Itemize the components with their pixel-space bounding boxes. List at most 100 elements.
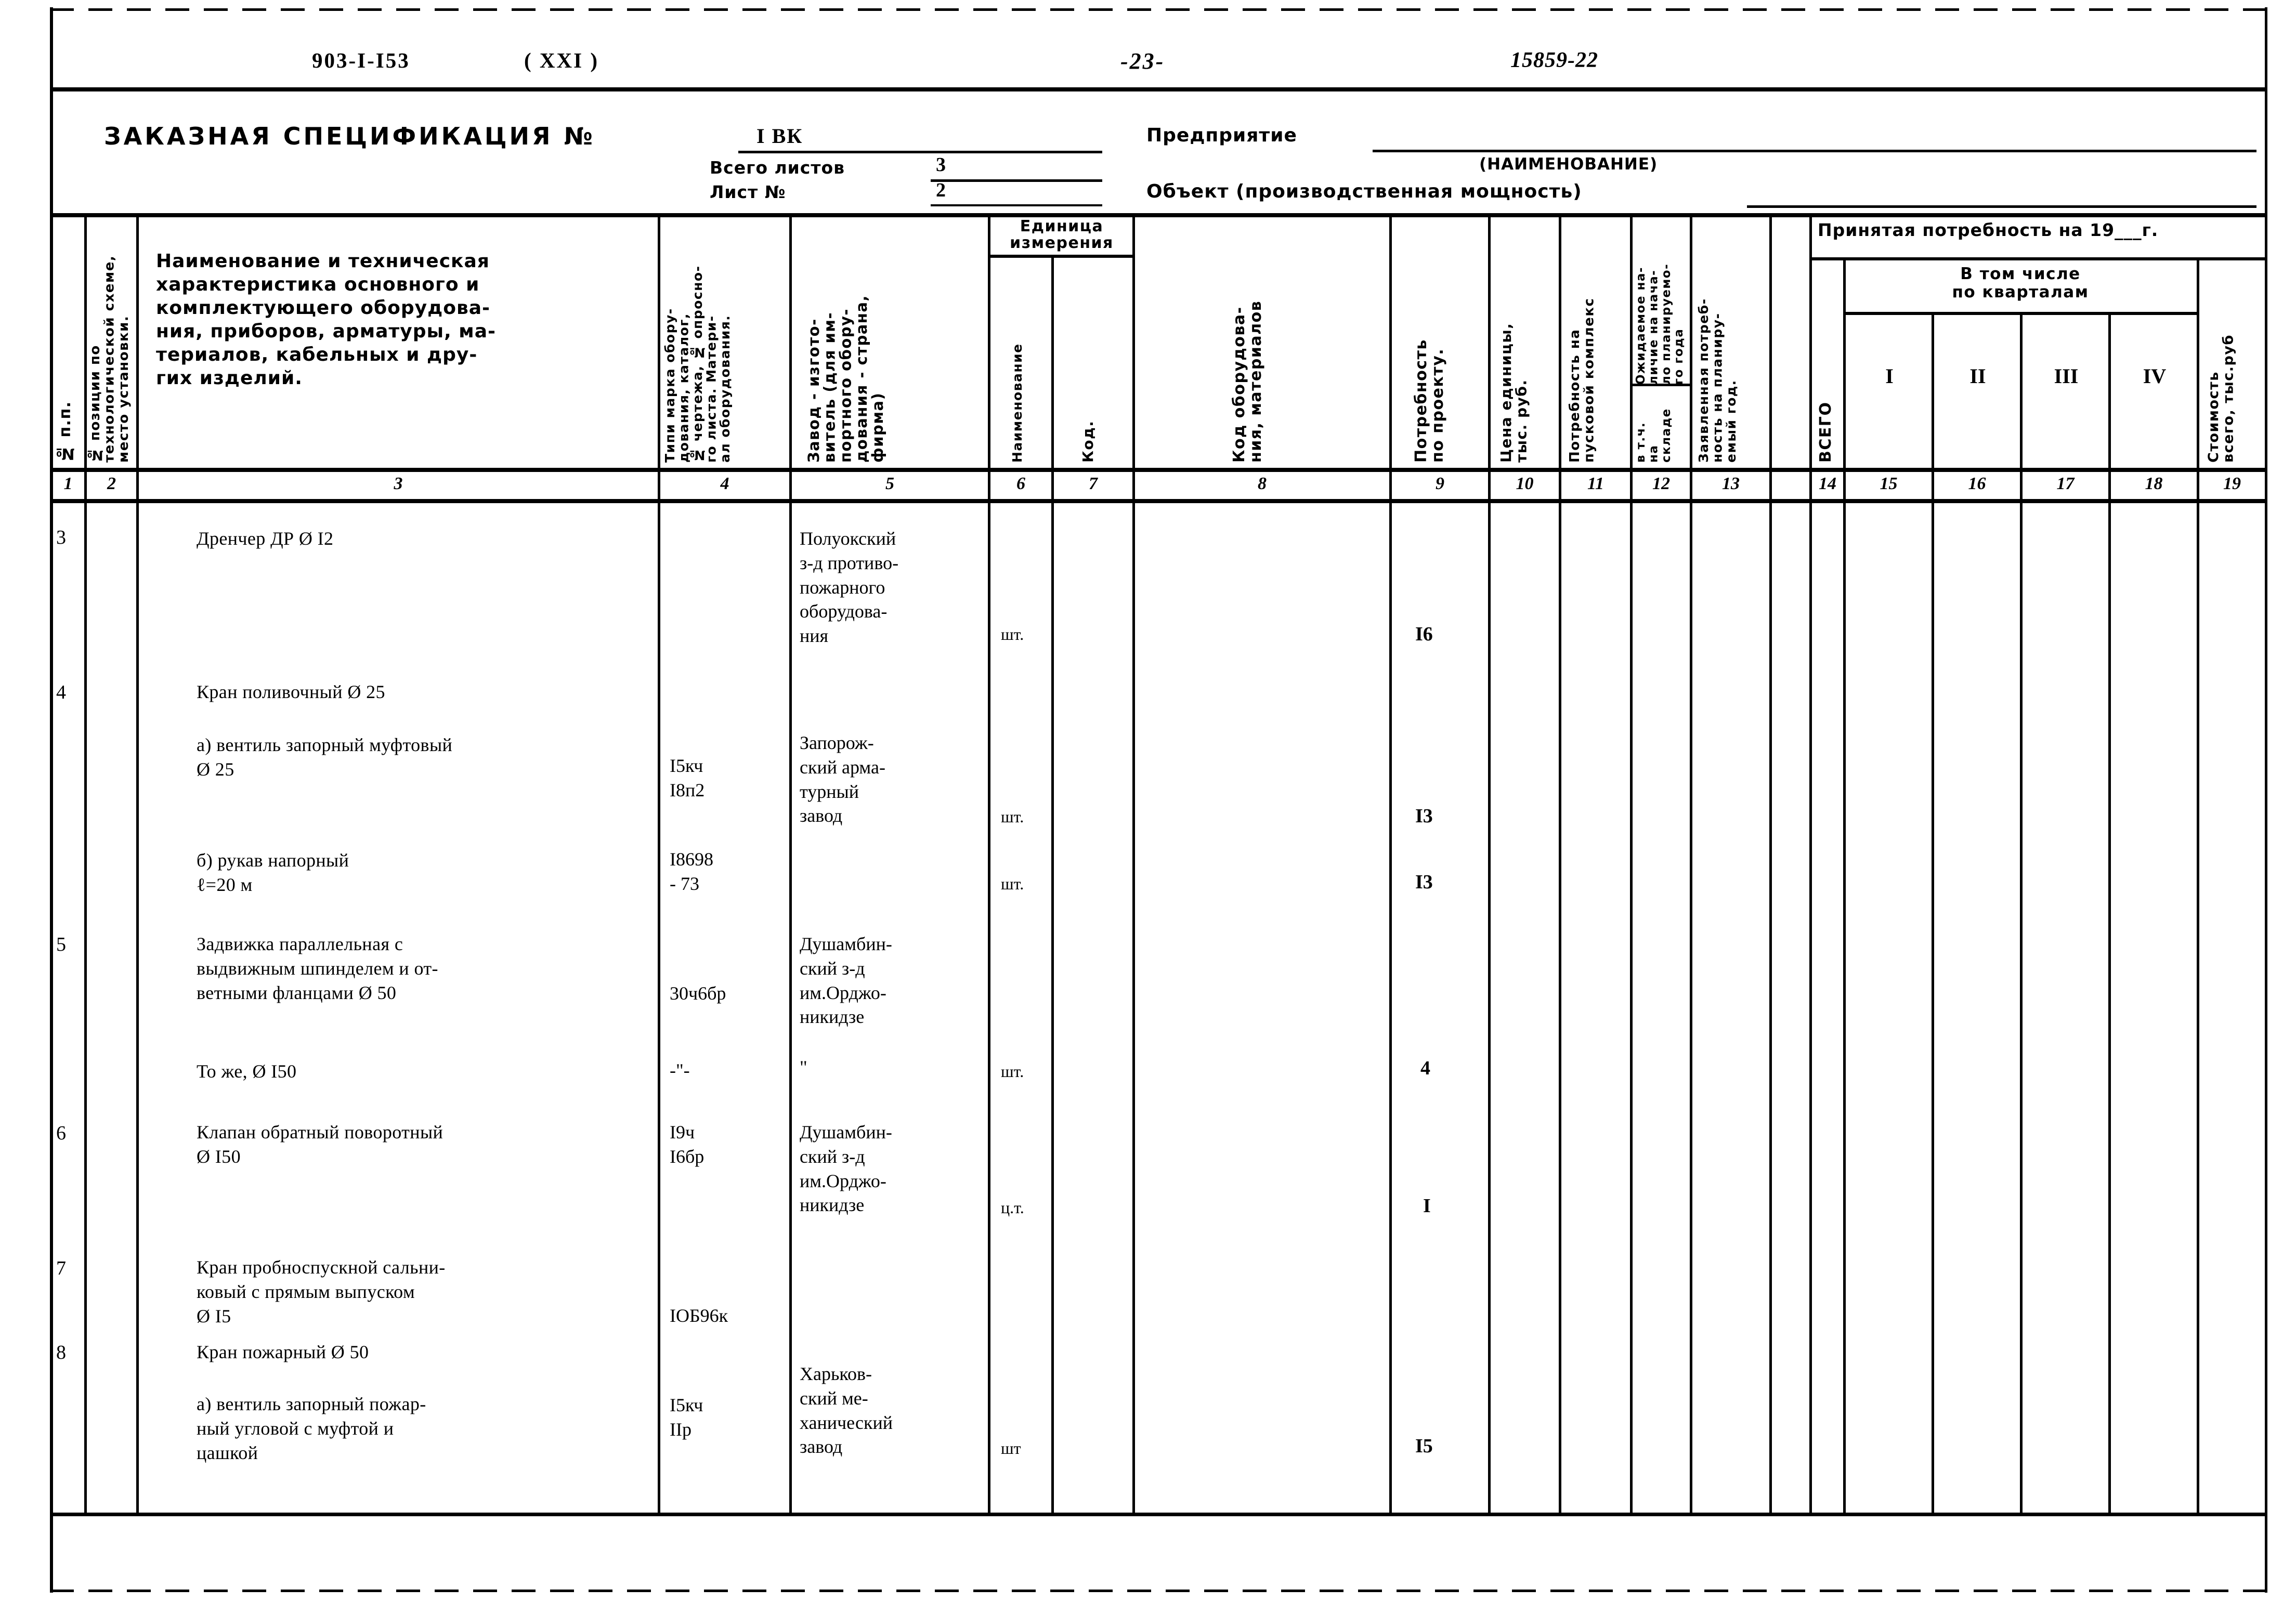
table-row-maker: Душамбин- ский з-д им.Орджо- никидзе <box>800 934 892 1028</box>
col1-col2-divider <box>84 213 87 1513</box>
col5-col6-divider <box>988 213 990 1513</box>
col-header-6-group: Единица измерения <box>1010 218 1114 253</box>
table-row-mark: I5кч I8п2 <box>670 755 705 800</box>
col-header-3: Наименование и техническая характеристик… <box>156 251 496 389</box>
table-row-qty: 4 <box>1420 1057 1430 1079</box>
table-row-mark: -"- <box>670 1060 690 1081</box>
col-header-13: Заявленная потреб- ность на планиру- емы… <box>1696 298 1739 463</box>
table-row-mark: 30ч6бр <box>670 983 726 1004</box>
enterprise-underline <box>1373 150 2256 152</box>
col-header-14: ВСЕГО <box>1817 401 1835 463</box>
table-row-unit: шт. <box>1001 807 1024 826</box>
table-row-unit: шт. <box>1001 874 1024 893</box>
column-number-6: 6 <box>1016 474 1025 493</box>
total-sheets-value: 3 <box>936 154 946 176</box>
table-row-number: 6 <box>56 1122 66 1144</box>
col-header-16: II <box>1969 364 1986 388</box>
col-header-7: Код. <box>1079 420 1097 463</box>
column-number-12: 12 <box>1652 474 1670 493</box>
column-number-7: 7 <box>1089 474 1098 493</box>
column-number-8: 8 <box>1258 474 1267 493</box>
col6-col7-divider <box>1051 255 1054 1513</box>
specification-title: ЗАКАЗНАЯ СПЕЦИФИКАЦИЯ № <box>104 122 595 150</box>
col11-col12-divider <box>1630 213 1633 1513</box>
col-header-6: Наименование <box>1010 343 1025 463</box>
table-row-number: 8 <box>56 1342 66 1363</box>
header-separator-rule <box>50 87 2266 91</box>
table-row-unit: ц.т. <box>1001 1198 1024 1217</box>
document-code: 903-I-I53 <box>312 48 410 72</box>
table-row-number: 5 <box>56 934 66 955</box>
col8-col9-divider <box>1389 213 1392 1513</box>
specification-number-underline <box>738 151 1102 153</box>
col-header-5: Завод - изгото- витель (для им- портного… <box>805 295 886 463</box>
object-underline <box>1747 205 2256 208</box>
table-row-unit: шт. <box>1001 625 1024 644</box>
table-row-unit: шт. <box>1001 1062 1024 1081</box>
col14-col15-divider <box>1843 257 1846 1513</box>
col-header-10: Цена единицы, тыс. руб. <box>1497 322 1530 463</box>
col-header-1: № п.п. <box>56 401 74 463</box>
table-row-qty: I6 <box>1415 623 1433 645</box>
col9-col10-divider <box>1488 213 1491 1513</box>
table-row-name: Кран пожарный Ø 50 <box>197 1342 369 1362</box>
sheet-top-dashed-border <box>50 8 2266 11</box>
column-number-14: 14 <box>1819 474 1836 493</box>
table-row-name: б) рукав напорный ℓ=20 м <box>197 850 349 895</box>
column-number-19: 19 <box>2223 474 2241 493</box>
table-row-mark: IОБ96к <box>670 1305 728 1326</box>
sheet-number-value: 2 <box>936 179 946 201</box>
col2-col3-divider <box>136 213 139 1513</box>
table-row-qty: I <box>1423 1195 1431 1217</box>
table-row-unit: шт <box>1001 1439 1021 1457</box>
table-row-name: То же, Ø I50 <box>197 1061 297 1082</box>
col-header-18: IV <box>2143 364 2167 388</box>
enterprise-label: Предприятие <box>1146 125 1297 146</box>
col13-col14-divider <box>1769 213 1772 1513</box>
table-row-name: а) вентиль запорный пожар- ный угловой с… <box>197 1394 426 1463</box>
col7-col8-divider <box>1132 213 1135 1513</box>
col-header-2: № позиции по технологической схеме, мест… <box>87 255 132 463</box>
accepted-group-left-edge <box>1809 213 1812 260</box>
table-row-name: Кран поливочный Ø 25 <box>197 681 385 702</box>
sheet-number-label: Лист № <box>710 182 786 202</box>
col-header-15: I <box>1885 364 1894 388</box>
col-header-4: Типи марка обору- дования, каталог, № че… <box>662 265 733 463</box>
column-number-15: 15 <box>1880 474 1898 493</box>
document-series: ( XXI ) <box>524 48 599 72</box>
table-row-mark: I8698 - 73 <box>670 849 713 894</box>
page-number: -23- <box>1120 48 1165 74</box>
table-row-number: 7 <box>56 1257 66 1279</box>
table-row-mark: I5кч IIp <box>670 1395 703 1440</box>
col-header-14-group: Принятая потребность на 19___г. <box>1818 221 2159 240</box>
table-row-name: а) вентиль запорный муфтовый Ø 25 <box>197 734 453 780</box>
total-sheets-underline <box>931 179 1102 182</box>
handwritten-registration-number: 15859-22 <box>1510 48 1598 72</box>
col18-col19-divider <box>2197 257 2199 1513</box>
col-header-8: Код оборудова- ния, материалов <box>1230 300 1265 463</box>
column-number-2: 2 <box>107 474 116 493</box>
column-number-5: 5 <box>885 474 894 493</box>
table-row-maker: " <box>800 1057 807 1078</box>
column-number-13: 13 <box>1722 474 1740 493</box>
column-number-3: 3 <box>394 474 403 493</box>
table-row-mark: I9ч I6бр <box>670 1122 705 1167</box>
col-header-15-18-group: В том числе по кварталам <box>1952 265 2089 301</box>
enterprise-caption: (НАИМЕНОВАНИЕ) <box>1479 155 1658 174</box>
table-row-qty: I3 <box>1415 871 1433 893</box>
sheet-right-border <box>2265 7 2267 1593</box>
document-page: 903-I-I53 ( XXI ) -23- 15859-22 ЗАКАЗНАЯ… <box>0 0 2296 1602</box>
table-row-maker: Полуокский з-д противо- пожарного оборуд… <box>800 528 899 647</box>
table-row-name: Задвижка параллельная с выдвижным шпинде… <box>197 934 438 1003</box>
col-header-9: Потребность по проекту. <box>1412 339 1447 463</box>
column-number-1: 1 <box>63 474 73 493</box>
table-row-qty: I5 <box>1415 1435 1433 1457</box>
col10-col11-divider <box>1559 213 1561 1513</box>
table-row-number: 3 <box>56 527 66 548</box>
col-header-11: Потребность на пусковой комплекс <box>1567 297 1597 463</box>
table-top-rule <box>50 213 2266 217</box>
specification-number-value: I ВК <box>756 124 803 148</box>
total-sheets-label: Всего листов <box>710 157 845 178</box>
col12-col13-divider <box>1690 213 1692 1513</box>
col14-left-divider <box>1809 257 1812 1513</box>
